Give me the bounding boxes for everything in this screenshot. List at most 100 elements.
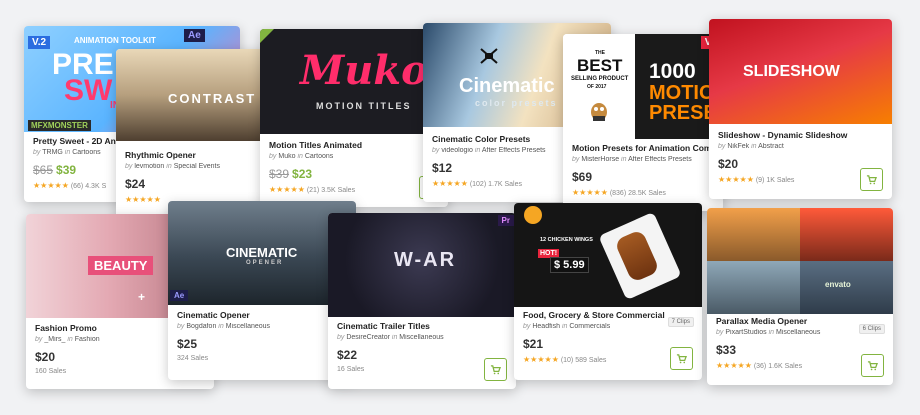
rating-stars-icon: ★★★★★ xyxy=(432,179,468,188)
price: $33 xyxy=(716,343,737,357)
ae-icon: Ae xyxy=(170,290,189,301)
thumbnail[interactable]: 12 CHICKEN WINGS HOT! $ 5.99 xyxy=(514,203,702,307)
author-link[interactable]: Bogdafon xyxy=(186,323,216,330)
price: $21 xyxy=(523,337,544,351)
category-link[interactable]: After Effects Presets xyxy=(482,147,546,154)
clips-badge: 6 Clips xyxy=(858,324,885,334)
card-info: Motion Presets for Animation Com by Mist… xyxy=(563,135,723,211)
sales-count: 324 Sales xyxy=(177,355,209,362)
price: $25 xyxy=(177,337,198,351)
thumbnail[interactable]: envato xyxy=(707,208,893,314)
add-to-cart-button[interactable] xyxy=(670,347,693,370)
thumb-line-4: OF 2017 xyxy=(587,84,607,90)
plus-icon: + xyxy=(138,290,146,304)
author-link[interactable]: TRMG xyxy=(42,149,63,156)
review-count: (36) xyxy=(753,363,767,370)
sales-count: 28.5K Sales xyxy=(628,190,666,197)
card-byline: by DesireCreator in Miscellaneous xyxy=(337,334,444,341)
add-to-cart-button[interactable] xyxy=(484,358,507,381)
drone-icon xyxy=(480,48,498,64)
category-link[interactable]: After Effects Presets xyxy=(628,156,692,163)
author-link[interactable]: PixartStudios xyxy=(725,329,766,336)
card-byline: by Muko in Cartoons xyxy=(269,153,334,160)
author-link[interactable]: _Mirs_ xyxy=(44,336,65,343)
add-to-cart-button[interactable] xyxy=(860,168,883,191)
thumbnail[interactable]: CONTRAST xyxy=(116,49,272,141)
thumbnail[interactable]: SLIDESHOW xyxy=(709,19,892,124)
clips-badge: 7 Clips xyxy=(667,317,694,327)
thumb-headline: W-AR xyxy=(394,249,457,271)
category-link[interactable]: Cartoons xyxy=(305,153,333,160)
card-title[interactable]: Cinematic Trailer Titles xyxy=(337,321,507,331)
price: $20 xyxy=(718,157,739,171)
author-link[interactable]: DesireCreator xyxy=(346,334,390,341)
card-meta: ★★★★★ (21) 3.5K Sales xyxy=(269,185,439,194)
rating-stars-icon: ★★★★★ xyxy=(269,185,305,194)
product-card[interactable]: envato Parallax Media Opener by PixartSt… xyxy=(707,208,893,385)
product-card[interactable]: 12 CHICKEN WINGS HOT! $ 5.99 Food, Groce… xyxy=(514,203,702,380)
review-count: (66) xyxy=(70,183,84,190)
rating-stars-icon: ★★★★★ xyxy=(125,195,161,204)
product-card[interactable]: Muko MOTION TITLES Motion Titles Animate… xyxy=(260,29,448,207)
card-meta: ★★★★★ (836) 28.5K Sales xyxy=(572,188,714,197)
cart-icon xyxy=(867,361,878,371)
product-card[interactable]: W-AR Pr Cinematic Trailer Titles by Desi… xyxy=(328,213,516,389)
author-link[interactable]: videologio xyxy=(441,147,473,154)
thumb-tile-1 xyxy=(707,208,800,261)
price: $24 xyxy=(125,177,146,191)
rating-stars-icon: ★★★★★ xyxy=(523,355,559,364)
envato-logo: envato xyxy=(825,280,851,289)
thumb-sub: color presets xyxy=(475,98,558,108)
sales-count: 16 Sales xyxy=(337,366,365,373)
price: $69 xyxy=(572,170,593,184)
old-price: $39 xyxy=(269,167,290,181)
thumb-headline: CONTRAST xyxy=(168,91,257,106)
thumb-headline: SLIDESHOW xyxy=(743,63,840,80)
cart-icon xyxy=(676,354,687,364)
card-title[interactable]: Motion Titles Animated xyxy=(269,140,439,150)
author-link[interactable]: Muko xyxy=(278,153,295,160)
product-card[interactable]: THE BEST SELLING PRODUCT OF 2017 1000 MO… xyxy=(563,34,723,211)
sale-price: $23 xyxy=(292,167,313,181)
thumb-sub: MOTION TITLES xyxy=(316,101,412,111)
review-count: (102) xyxy=(469,181,487,188)
rating-stars-icon: ★★★★★ xyxy=(718,175,754,184)
card-title[interactable]: Rhythmic Opener xyxy=(125,150,263,160)
category-link[interactable]: Cartoons xyxy=(72,149,100,156)
cart-icon xyxy=(866,175,877,185)
thumb-headline-2: SW xyxy=(64,74,113,107)
thumb-headline: BEAUTY xyxy=(88,256,154,275)
category-link[interactable]: Miscellaneous xyxy=(399,334,443,341)
card-meta: ★★★★★ (36) 1.6K Sales xyxy=(716,361,884,370)
author-link[interactable]: levmotion xyxy=(134,163,164,170)
rating-stars-icon: ★★★★★ xyxy=(33,181,69,190)
sale-price: $39 xyxy=(56,163,77,177)
card-title[interactable]: Food, Grocery & Store Commercial xyxy=(523,310,668,320)
thumb-price: $ 5.99 xyxy=(550,257,589,273)
product-card[interactable]: CONTRAST Rhythmic Opener by levmotion in… xyxy=(116,49,272,226)
category-link[interactable]: Fashion xyxy=(75,336,100,343)
product-card[interactable]: SLIDESHOW Slideshow - Dynamic Slideshow … xyxy=(709,19,892,199)
review-count: (9) xyxy=(755,177,765,184)
author-link[interactable]: MisterHorse xyxy=(581,156,619,163)
category-link[interactable]: Special Events xyxy=(174,163,220,170)
review-count: (10) xyxy=(560,357,574,364)
sales-count: 1K Sales xyxy=(766,177,795,184)
category-link[interactable]: Miscellaneous xyxy=(226,323,270,330)
author-link[interactable]: NikFek xyxy=(727,143,749,150)
thumbnail[interactable]: THE BEST SELLING PRODUCT OF 2017 1000 MO… xyxy=(563,34,723,139)
sales-count: 589 Sales xyxy=(575,357,607,364)
card-title[interactable]: Cinematic Opener xyxy=(177,310,347,320)
category-link[interactable]: Miscellaneous xyxy=(776,329,820,336)
thumbnail[interactable]: Muko MOTION TITLES xyxy=(260,29,448,134)
card-title[interactable]: Slideshow - Dynamic Slideshow xyxy=(718,130,883,140)
category-link[interactable]: Abstract xyxy=(758,143,784,150)
author-link[interactable]: Headfish xyxy=(532,323,560,330)
thumbnail[interactable]: W-AR Pr xyxy=(328,213,516,317)
ribbon-icon xyxy=(260,29,274,43)
category-link[interactable]: Commercials xyxy=(569,323,610,330)
card-title[interactable]: Motion Presets for Animation Com xyxy=(572,143,714,153)
add-to-cart-button[interactable] xyxy=(861,354,884,377)
sales-count: 4.3K S xyxy=(85,183,107,190)
thumb-label: 12 CHICKEN WINGS xyxy=(540,237,593,243)
